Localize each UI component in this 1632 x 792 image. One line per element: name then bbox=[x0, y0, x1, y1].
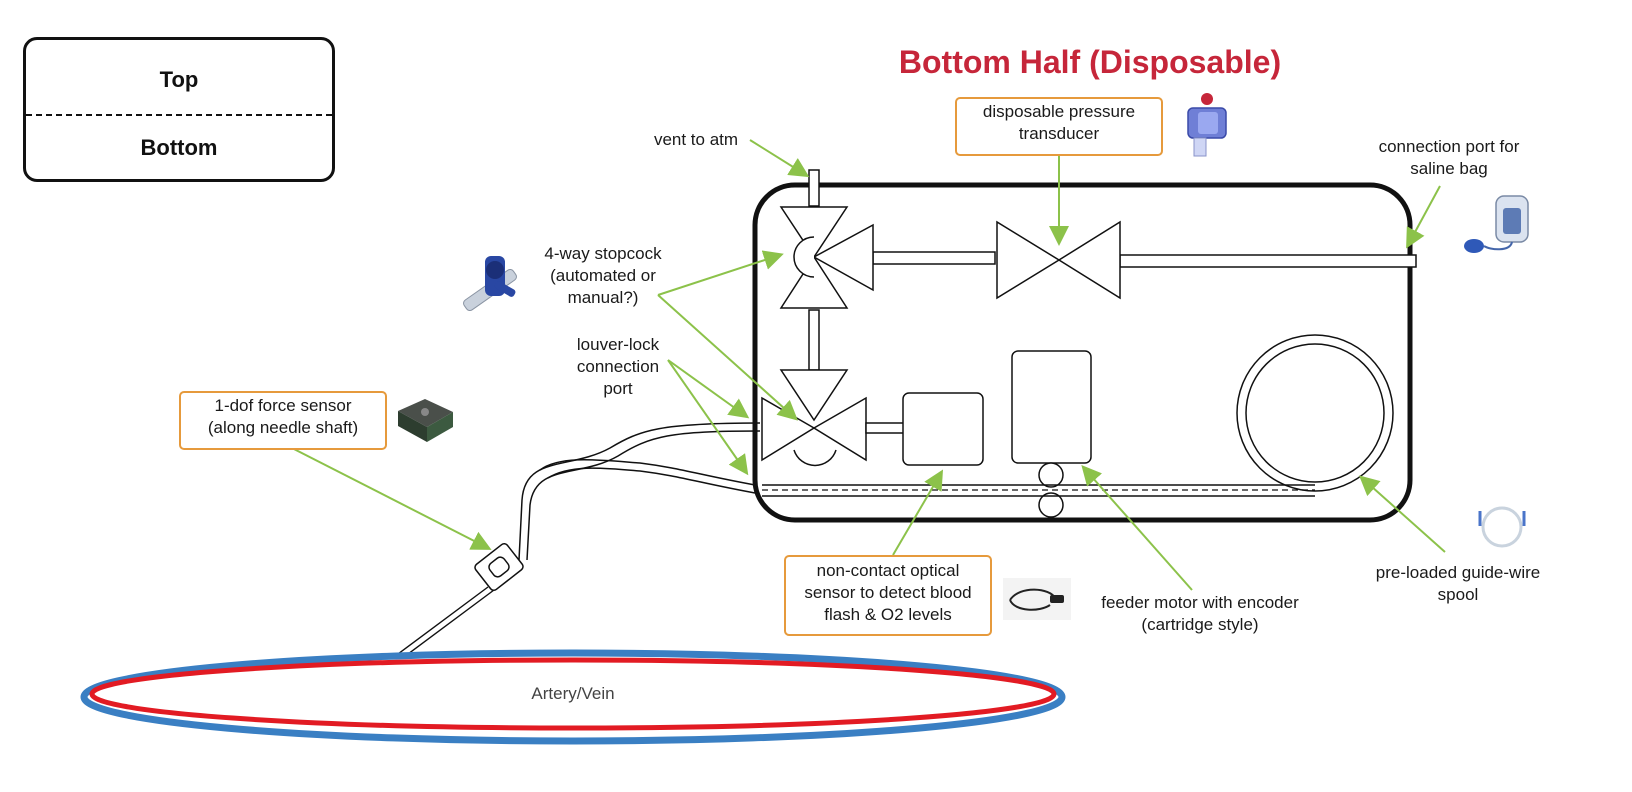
saline-port-label-2: saline bag bbox=[1410, 159, 1488, 178]
stopcock-label-3: manual?) bbox=[567, 288, 639, 307]
saline-bag-thumbnail bbox=[1464, 195, 1529, 253]
force-sensor bbox=[474, 542, 524, 592]
feeder-roller-top bbox=[1038, 462, 1064, 488]
spool-label-2: spool bbox=[1437, 585, 1479, 604]
saline-port-label-1: connection port for bbox=[1378, 137, 1520, 156]
legend-box: Top Bottom bbox=[23, 37, 335, 182]
legend-top-label: Top bbox=[159, 67, 199, 92]
pressure-transducer-thumbnail bbox=[1187, 93, 1227, 157]
vent-label: vent to atm bbox=[653, 130, 739, 149]
optical-sensor-thumbnail bbox=[1003, 578, 1071, 620]
guide-wire-spool-inner bbox=[1245, 343, 1385, 483]
louver-lock-label-2: connection bbox=[576, 357, 660, 376]
feeder-motor-label-2: (cartridge style) bbox=[1141, 615, 1259, 634]
legend-bottom-label: Bottom bbox=[140, 135, 218, 160]
vent-tube bbox=[808, 169, 820, 207]
external-tubing bbox=[518, 422, 761, 561]
pressure-transducer-label-1: disposable pressure bbox=[982, 102, 1136, 121]
optical-sensor-block bbox=[902, 392, 984, 466]
feeder-motor-block bbox=[1011, 350, 1092, 464]
optical-sensor-label-2: sensor to detect blood bbox=[804, 583, 972, 602]
louver-lock-label-3: port bbox=[603, 379, 633, 398]
tube-between-stopcocks bbox=[808, 309, 820, 371]
stopcock-label-1: 4-way stopcock bbox=[544, 244, 662, 263]
tube-transducer-to-saline bbox=[1119, 254, 1417, 268]
force-sensor-label-1: 1-dof force sensor bbox=[214, 396, 352, 415]
vessel-label: Artery/Vein bbox=[531, 684, 615, 703]
legend-divider bbox=[26, 114, 332, 116]
force-sensor-label-2: (along needle shaft) bbox=[207, 418, 359, 437]
optical-sensor-label-1: non-contact optical bbox=[816, 561, 960, 580]
louver-lock-label-1: louver-lock bbox=[576, 335, 660, 354]
stopcock-thumbnail bbox=[463, 256, 517, 312]
guide-wire-spool-thumbnail bbox=[1478, 506, 1526, 548]
spool-label-1: pre-loaded guide-wire bbox=[1375, 563, 1541, 582]
stopcock-label-2: (automated or bbox=[550, 266, 656, 285]
tube-stopcock-to-transducer bbox=[872, 251, 996, 265]
optical-sensor-label-3: flash & O2 levels bbox=[824, 605, 952, 624]
diagram-title: Bottom Half (Disposable) bbox=[898, 44, 1282, 80]
pressure-transducer-label-2: transducer bbox=[1018, 124, 1100, 143]
tube-stopcock-to-optical bbox=[865, 422, 905, 434]
force-sensor-thumbnail bbox=[398, 399, 453, 442]
feeder-motor-label-1: feeder motor with encoder bbox=[1101, 593, 1299, 612]
